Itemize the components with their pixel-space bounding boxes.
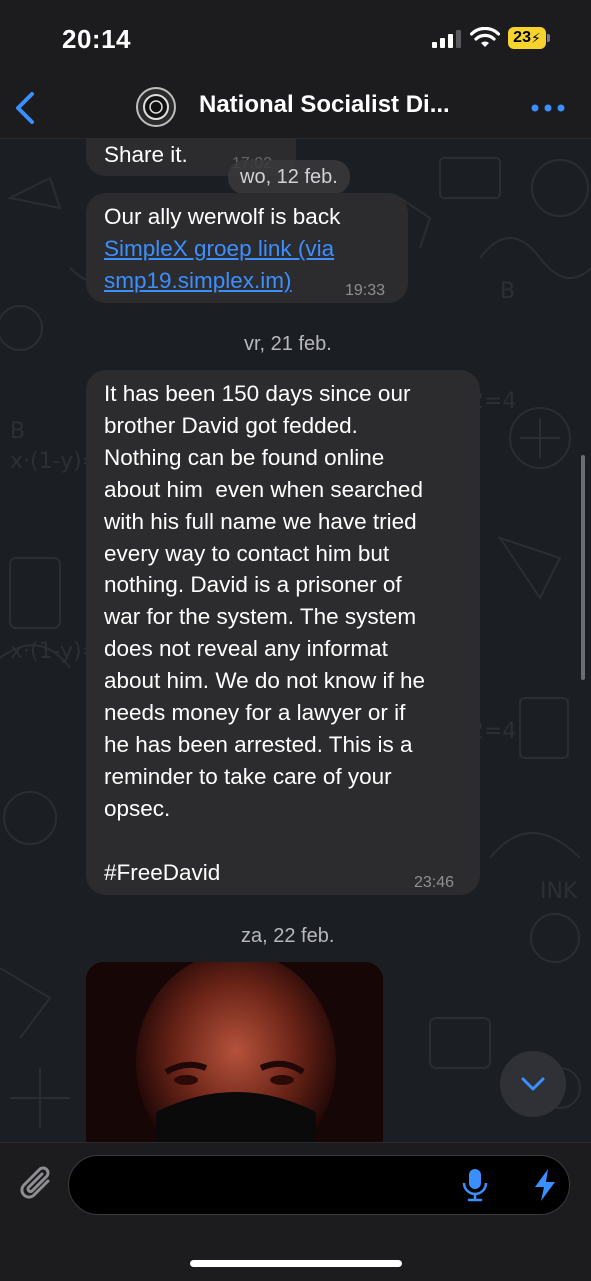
group-avatar[interactable]: [136, 87, 176, 127]
simplex-link[interactable]: SimpleX groep link (via: [104, 233, 334, 265]
group-title[interactable]: National Socialist Di...: [199, 91, 450, 119]
message-body: It has been 150 days since our brother D…: [104, 378, 425, 889]
message-line: reminder to take care of your: [104, 763, 392, 789]
message-line: needs money for a lawyer or if: [104, 700, 406, 726]
message-line: every way to contact him but: [104, 540, 390, 566]
message-bubble[interactable]: It has been 150 days since our brother D…: [86, 370, 480, 895]
status-time: 20:14: [62, 24, 131, 54]
scroll-indicator[interactable]: [581, 455, 585, 680]
message-input[interactable]: [68, 1155, 570, 1215]
more-button[interactable]: [530, 98, 566, 118]
message-time: 23:46: [414, 874, 455, 891]
cellular-signal-icon: [432, 30, 461, 48]
wifi-icon: [470, 27, 500, 47]
message-line: with his full name we have tried: [104, 508, 417, 534]
message-text: Our ally werwolf is back: [104, 204, 341, 229]
back-button[interactable]: [12, 88, 42, 128]
message-line: about him. We do not know if he: [104, 668, 426, 694]
chat-header-overlay: National Socialist Di...: [0, 78, 591, 138]
photo-image: [86, 962, 383, 1142]
message-time: 19:33: [345, 282, 386, 299]
message-line: Nothing can be found online: [104, 444, 385, 470]
message-line: he has been arrested. This is a: [104, 731, 413, 757]
status-bar: 20:14 23 ⚡: [0, 0, 591, 78]
hashtag[interactable]: #FreeDavid: [104, 857, 425, 889]
photo-message[interactable]: [86, 962, 383, 1142]
scroll-to-bottom-button[interactable]: [500, 1051, 566, 1117]
message-text-visible: Share it.: [104, 142, 188, 167]
battery-level: 23: [513, 29, 531, 46]
group-emblem-icon: [143, 94, 169, 120]
message-line: It has been 150 days since our: [104, 381, 411, 406]
battery-indicator: 23 ⚡: [508, 27, 546, 49]
paperclip-icon[interactable]: [18, 1163, 58, 1207]
svg-text:B: B: [10, 419, 25, 444]
message-line: brother David got fedded.: [104, 412, 358, 438]
date-separator: vr, 21 feb.: [244, 333, 332, 355]
date-separator: za, 22 feb.: [241, 925, 335, 947]
microphone-icon[interactable]: [460, 1167, 490, 1203]
date-separator: wo, 12 feb.: [228, 160, 350, 194]
message-line: about him even when searched: [104, 476, 423, 502]
message-line: does not reveal any informat: [104, 636, 388, 662]
simplex-link-cont[interactable]: smp19.simplex.im): [104, 265, 292, 297]
message-line: war for the system. The system: [104, 604, 417, 630]
svg-text:INK: INK: [540, 879, 578, 904]
chevron-down-icon: [521, 1077, 545, 1091]
message-line: opsec.: [104, 795, 171, 821]
battery-tip: [547, 34, 550, 42]
charging-bolt-icon: ⚡: [530, 29, 541, 46]
lightning-bolt-icon[interactable]: [530, 1167, 560, 1203]
home-indicator: [190, 1260, 402, 1267]
message-bubble[interactable]: Our ally werwolf is back SimpleX groep l…: [86, 193, 408, 303]
message-line: nothing. David is a prisoner of: [104, 572, 402, 598]
svg-text:B: B: [500, 279, 515, 304]
